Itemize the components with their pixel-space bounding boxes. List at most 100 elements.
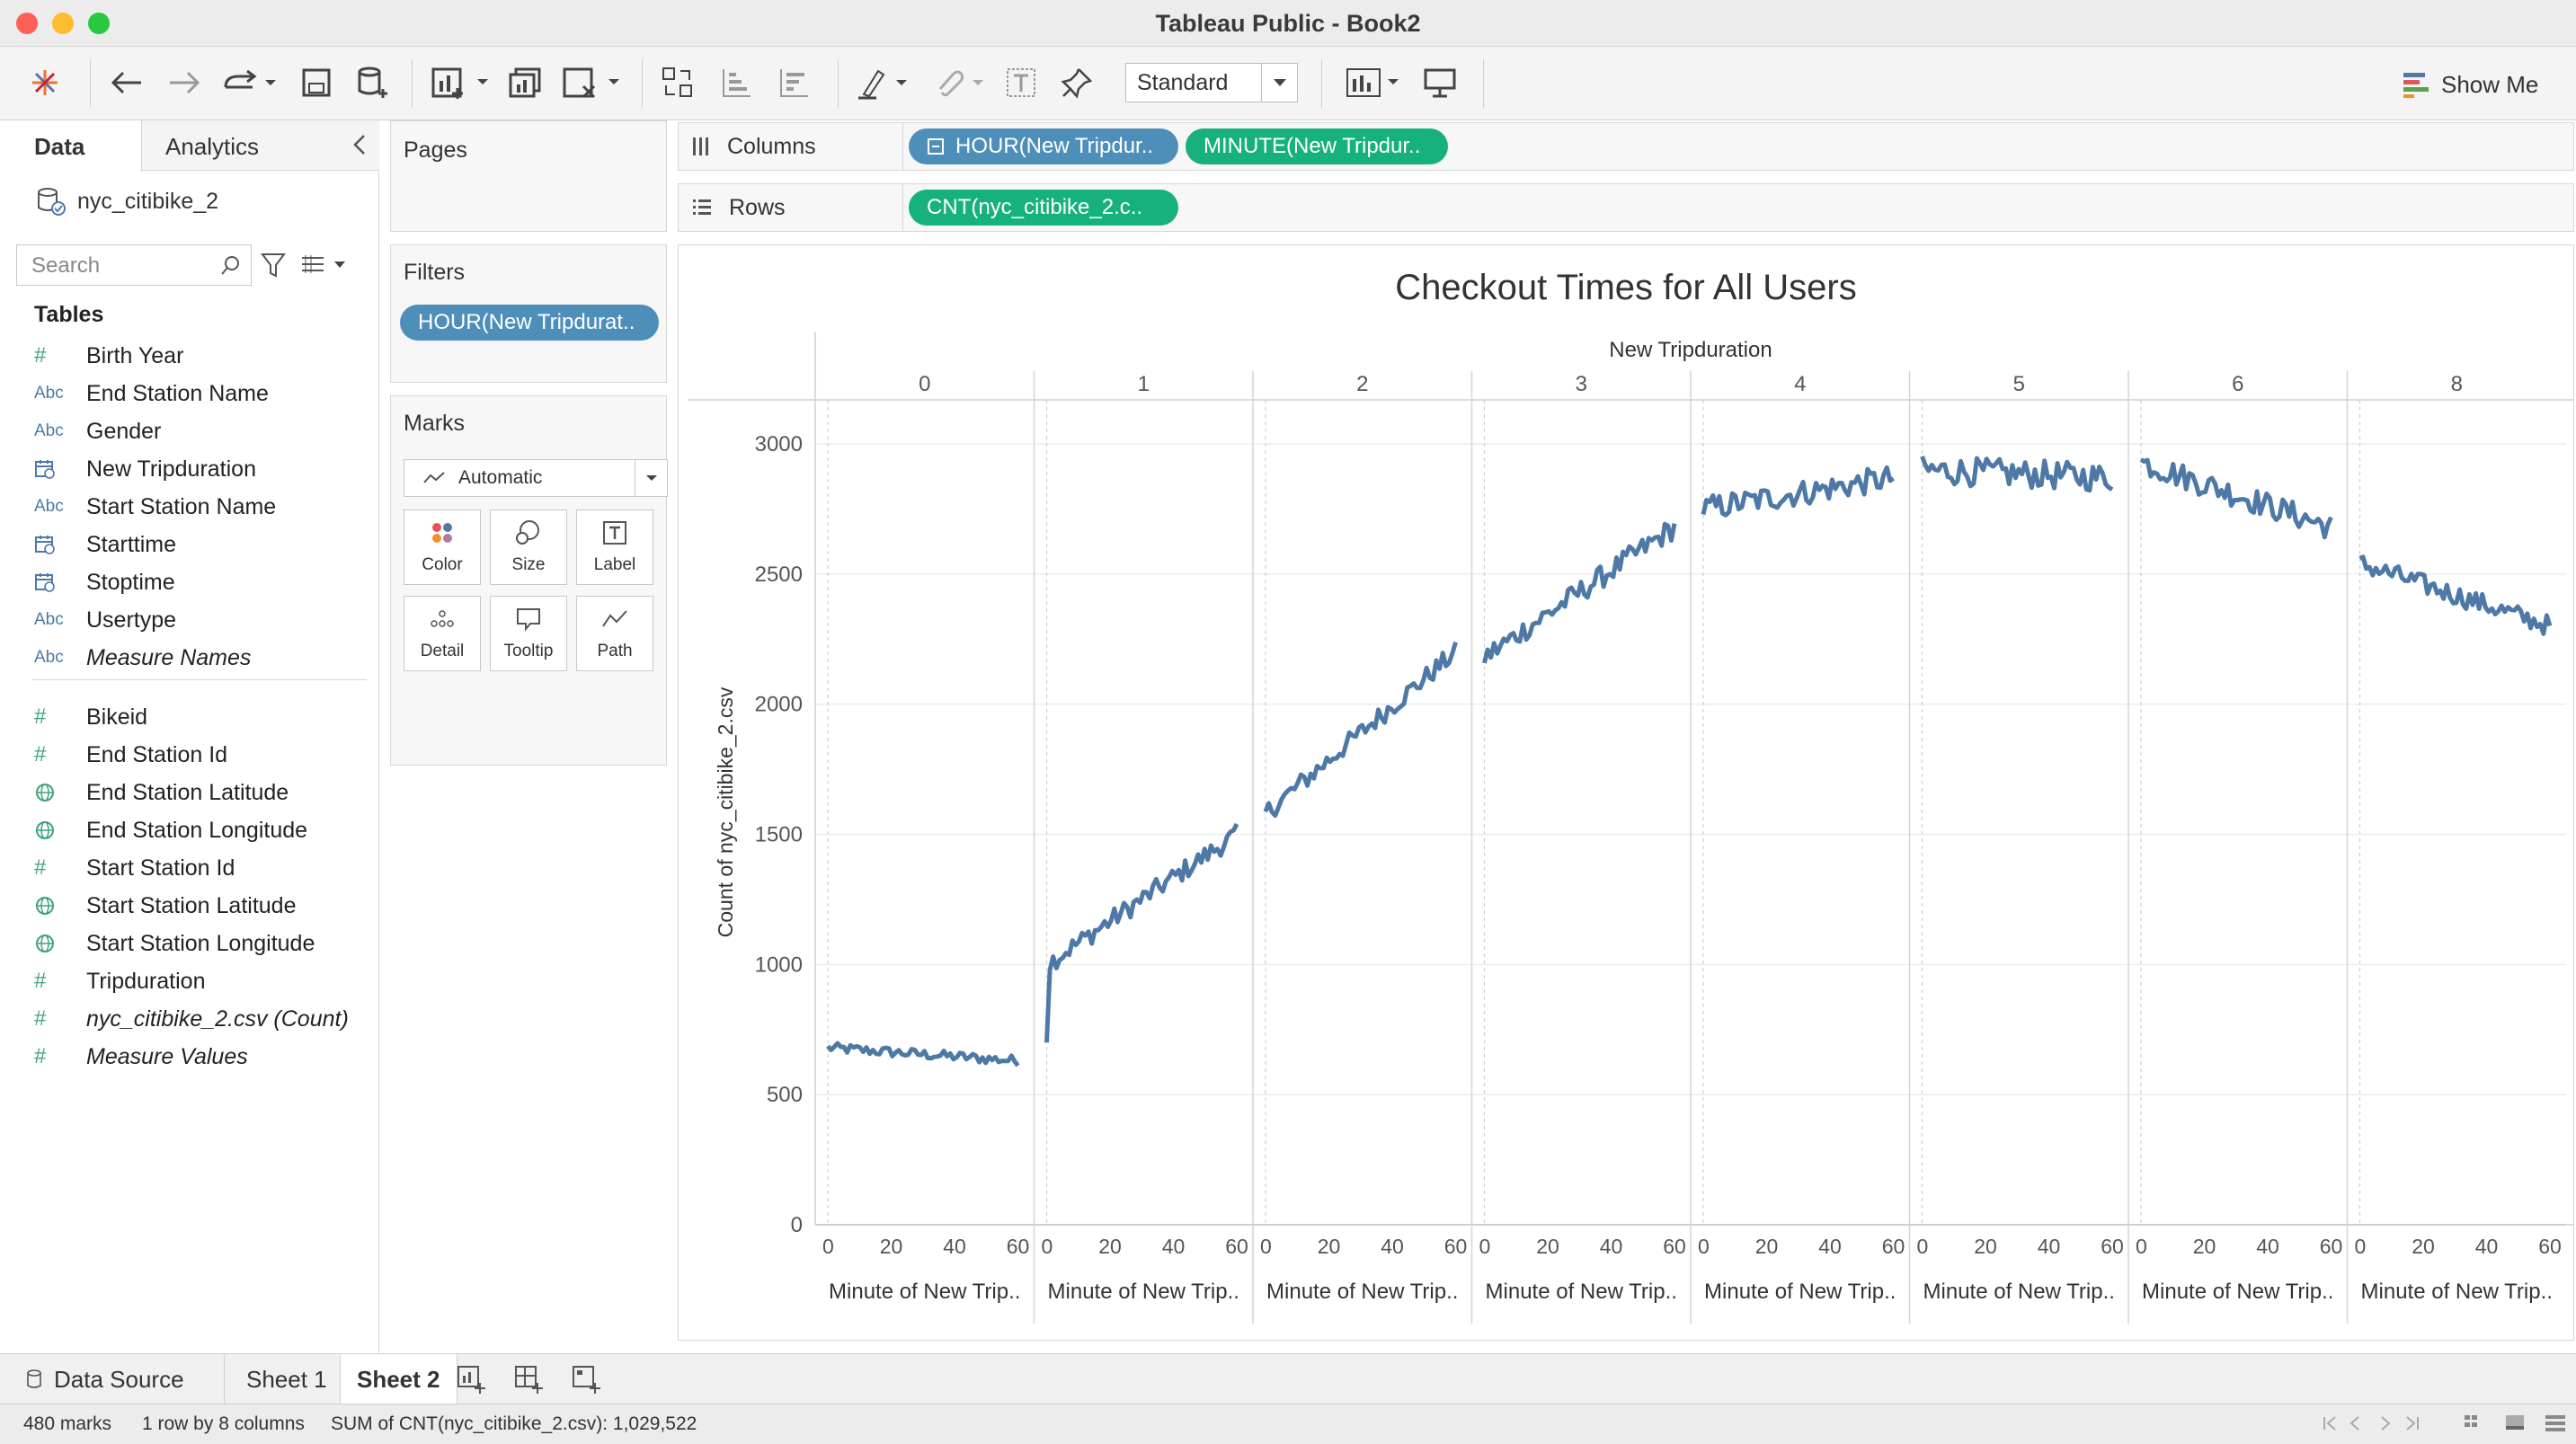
field-item[interactable]: Abc Start Station Name	[34, 489, 276, 525]
x-tick-label: 40	[1162, 1235, 1186, 1258]
field-divider	[32, 679, 367, 680]
fit-icon[interactable]	[1343, 61, 1406, 104]
new-worksheet-icon[interactable]	[457, 1365, 487, 1398]
x-tick-label: 60	[1225, 1235, 1248, 1258]
field-item[interactable]: # End Station Id	[34, 737, 227, 773]
column-header-label: 3	[1576, 372, 1587, 396]
duplicate-icon[interactable]	[505, 61, 545, 104]
field-item[interactable]: Start Station Latitude	[34, 888, 296, 924]
field-label: Measure Values	[86, 1043, 248, 1069]
collapse-pane-icon[interactable]	[352, 133, 367, 163]
redo-icon[interactable]	[219, 61, 282, 104]
x-tick-label: 60	[1882, 1235, 1905, 1258]
new-datasource-icon[interactable]	[352, 61, 392, 104]
pin-icon[interactable]	[1057, 61, 1097, 104]
data-source-tab[interactable]: Data Source	[9, 1354, 225, 1404]
field-item[interactable]: Abc Measure Names	[34, 640, 251, 676]
field-item[interactable]: Abc Usertype	[34, 602, 176, 638]
sheet-tab-1[interactable]: Sheet 1	[230, 1354, 343, 1404]
filter-pill-hour[interactable]: HOUR(New Tripdurat..	[400, 305, 659, 341]
field-item[interactable]: Abc Gender	[34, 413, 161, 449]
chevron-down-icon	[1261, 64, 1297, 102]
size-button[interactable]: Size	[490, 509, 567, 585]
column-pill-minute[interactable]: MINUTE(New Tripdur..	[1186, 128, 1448, 164]
field-item[interactable]: New Tripduration	[34, 451, 256, 487]
datasource-item[interactable]: nyc_citibike_2	[36, 183, 218, 219]
field-item[interactable]: End Station Longitude	[34, 812, 307, 848]
search-input[interactable]: Search	[16, 244, 252, 286]
sort-asc-icon[interactable]	[715, 61, 759, 104]
clear-icon[interactable]	[559, 61, 624, 104]
field-item[interactable]: Start Station Longitude	[34, 926, 315, 961]
attach-icon[interactable]	[931, 61, 989, 104]
save-icon[interactable]	[297, 61, 336, 104]
field-item[interactable]: Stoptime	[34, 564, 175, 600]
column-pill-hour[interactable]: HOUR(New Tripdur..	[909, 128, 1178, 164]
sort-desc-icon[interactable]	[773, 61, 816, 104]
rows-shelf[interactable]: Rows CNT(nyc_citibike_2.c..	[678, 183, 2574, 232]
filters-card[interactable]: Filters HOUR(New Tripdurat..	[390, 244, 667, 383]
detail-button[interactable]: Detail	[404, 596, 481, 671]
view-mode-icons[interactable]	[2463, 1413, 2571, 1440]
column-header-label: 8	[2451, 372, 2463, 396]
tableau-logo-icon[interactable]	[23, 61, 67, 104]
chart-title: Checkout Times for All Users	[1395, 268, 1857, 307]
swap-icon[interactable]	[656, 61, 699, 104]
label-button[interactable]: Label	[576, 509, 653, 585]
number-type-icon: #	[34, 969, 47, 993]
y-tick-label: 2000	[755, 693, 803, 717]
new-story-icon[interactable]	[572, 1365, 602, 1398]
pages-card[interactable]: Pages	[390, 120, 667, 232]
field-item[interactable]: # Start Station Id	[34, 850, 235, 886]
show-me-button[interactable]: Show Me	[2402, 66, 2538, 102]
title-bar: Tableau Public - Book2	[0, 0, 2576, 47]
rows-icon	[693, 199, 711, 215]
x-tick-label: 20	[1536, 1235, 1559, 1258]
field-item[interactable]: Starttime	[34, 527, 176, 563]
x-tick-label: 60	[2101, 1235, 2124, 1258]
field-item[interactable]: # Tripduration	[34, 963, 205, 999]
field-item[interactable]: # Measure Values	[34, 1039, 248, 1075]
view-options-icon[interactable]	[300, 253, 351, 277]
back-icon[interactable]	[104, 61, 149, 104]
row-pill-count[interactable]: CNT(nyc_citibike_2.c..	[909, 190, 1178, 226]
field-item[interactable]: End Station Latitude	[34, 775, 289, 811]
mark-type-select[interactable]: Automatic	[404, 459, 668, 497]
fit-select[interactable]: Standard	[1125, 63, 1298, 102]
toolbar: Standard Show Me	[0, 47, 2576, 120]
string-type-icon: Abc	[34, 497, 64, 516]
chevron-down-icon	[635, 460, 667, 496]
new-worksheet-icon[interactable]	[428, 61, 493, 104]
forward-icon[interactable]	[162, 61, 207, 104]
field-item[interactable]: # Birth Year	[34, 338, 183, 374]
new-dashboard-icon[interactable]	[514, 1365, 545, 1398]
y-axis-title: Count of nyc_citibike_2.csv	[714, 687, 737, 937]
sheet-tab-2[interactable]: Sheet 2	[340, 1354, 457, 1404]
number-type-icon: #	[34, 343, 47, 368]
field-label: Stoptime	[86, 569, 175, 595]
sheet-nav-icons[interactable]	[2319, 1413, 2427, 1439]
field-item[interactable]: # Bikeid	[34, 699, 147, 735]
path-button[interactable]: Path	[576, 596, 653, 671]
field-item[interactable]: # nyc_citibike_2.csv (Count)	[34, 1001, 349, 1037]
filters-title: Filters	[404, 260, 466, 285]
text-icon[interactable]	[1001, 61, 1041, 104]
field-item[interactable]: Abc End Station Name	[34, 376, 269, 412]
columns-shelf[interactable]: Columns HOUR(New Tripdur.. MINUTE(New Tr…	[678, 122, 2574, 171]
rows-label: Rows	[729, 194, 786, 220]
field-label: End Station Id	[86, 741, 228, 767]
series-line-hour-4	[1701, 465, 1895, 518]
column-header-label: 4	[1794, 372, 1806, 396]
globe-icon	[34, 819, 86, 841]
columns-icon	[693, 137, 708, 155]
tab-analytics[interactable]: Analytics	[142, 120, 379, 171]
tab-data[interactable]: Data	[0, 120, 142, 172]
database-icon	[27, 1369, 41, 1388]
highlight-icon[interactable]	[854, 61, 917, 104]
detail-icon	[404, 597, 480, 642]
color-button[interactable]: Color	[404, 509, 481, 585]
presentation-icon[interactable]	[1418, 61, 1461, 104]
filter-icon[interactable]	[261, 252, 286, 283]
tooltip-button[interactable]: Tooltip	[490, 596, 567, 671]
field-label: Usertype	[86, 607, 177, 633]
